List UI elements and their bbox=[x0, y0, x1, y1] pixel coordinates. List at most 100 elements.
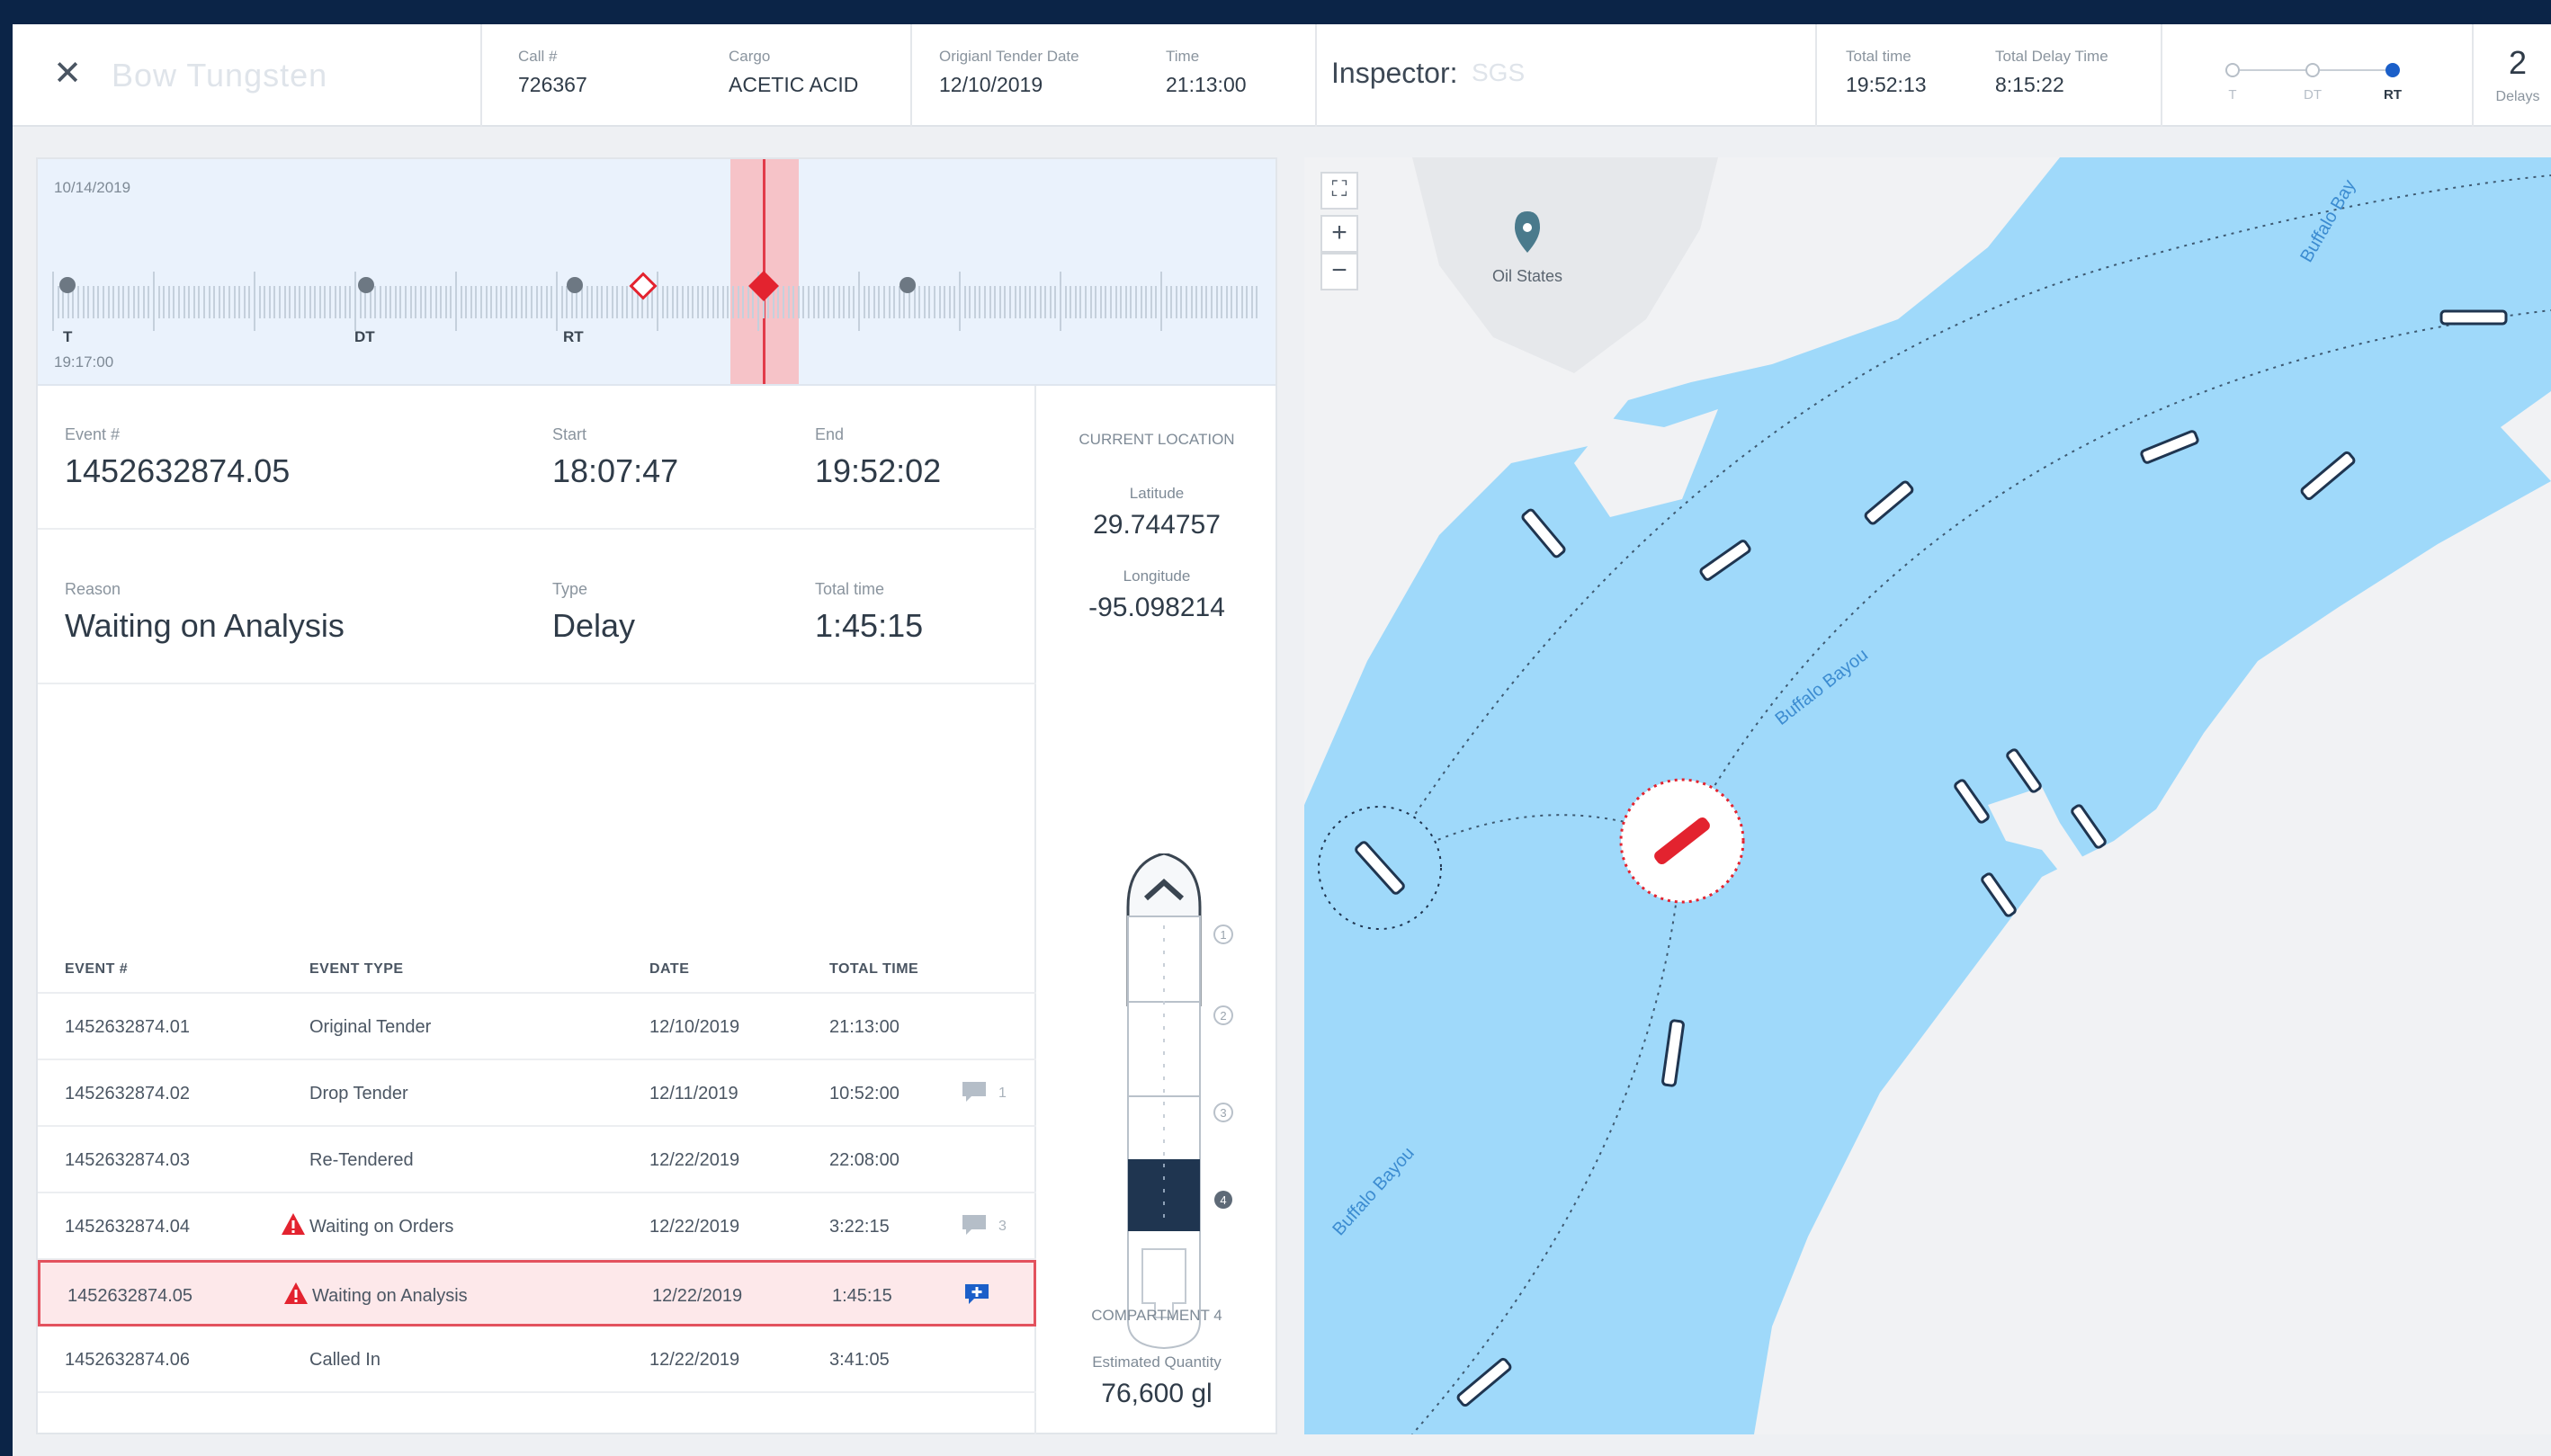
comment-icon[interactable] bbox=[961, 1213, 988, 1237]
timeline-tick bbox=[1064, 286, 1067, 318]
timeline-tick bbox=[122, 286, 125, 318]
timeline-tick bbox=[535, 286, 538, 318]
timeline-tick bbox=[953, 286, 956, 318]
event-type-cell: Drop Tender bbox=[309, 1084, 408, 1103]
timeline-tick bbox=[959, 272, 961, 331]
timeline-tick bbox=[878, 286, 881, 318]
timeline-tick bbox=[500, 286, 503, 318]
table-row[interactable]: 1452632874.02 Drop Tender 12/11/2019 10:52:… bbox=[38, 1060, 1036, 1127]
timeline-tick bbox=[802, 286, 805, 318]
timeline-tick bbox=[686, 286, 689, 318]
timeline-tick bbox=[888, 286, 891, 318]
timeline-tick bbox=[556, 272, 558, 331]
timeline-tick bbox=[289, 286, 291, 318]
timeline-tick bbox=[92, 286, 94, 318]
zoom-out-button[interactable]: − bbox=[1320, 253, 1358, 290]
timeline-tick bbox=[853, 286, 855, 318]
timeline-tick bbox=[1215, 286, 1218, 318]
timeline-start-time: 19:17:00 bbox=[54, 353, 114, 371]
timeline-tick bbox=[934, 286, 935, 318]
zoom-in-button[interactable]: + bbox=[1320, 215, 1358, 253]
col-header-total[interactable]: TOTAL TIME bbox=[829, 961, 918, 978]
compartment-3-number: 3 bbox=[1220, 1106, 1226, 1120]
map-view[interactable]: Oil States Buffalo Bayou Buffalo Bayou B… bbox=[1304, 157, 2551, 1434]
timeline-tick bbox=[1165, 286, 1168, 318]
timeline-tick bbox=[490, 286, 493, 318]
time-value: 21:13:00 bbox=[1166, 73, 1247, 96]
map-canvas[interactable]: Oil States Buffalo Bayou Buffalo Bayou B… bbox=[1304, 157, 2551, 1434]
timeline-tick bbox=[254, 272, 255, 331]
tender-date-value: 12/10/2019 bbox=[939, 73, 1043, 96]
timeline-tick bbox=[973, 286, 976, 318]
timeline-tick bbox=[1160, 272, 1162, 331]
table-row[interactable]: 1452632874.04 Waiting on Orders 12/22/2019… bbox=[38, 1193, 1036, 1260]
timeline-tick bbox=[334, 286, 336, 318]
event-total-label: Total time bbox=[815, 580, 885, 598]
table-row[interactable]: 1452632874.01 Original Tender 12/10/2019 21… bbox=[38, 994, 1036, 1060]
timeline-tick bbox=[812, 286, 815, 318]
col-header-type[interactable]: EVENT TYPE bbox=[309, 961, 404, 978]
col-header-event[interactable]: EVENT # bbox=[65, 961, 128, 978]
delays-count[interactable]: 2 bbox=[2482, 44, 2551, 82]
event-total-cell: 10:52:00 bbox=[829, 1084, 900, 1103]
timeline[interactable]: 10/14/2019 19:17:00 T DT RT bbox=[38, 159, 1276, 386]
timeline-marker-event[interactable] bbox=[900, 277, 916, 293]
timeline-tick bbox=[309, 286, 311, 318]
comment-icon[interactable] bbox=[961, 1080, 988, 1103]
timeline-tick bbox=[923, 286, 926, 318]
vessel-compartment-diagram[interactable]: 1 2 3 4 bbox=[1110, 853, 1236, 1357]
timeline-tick bbox=[318, 286, 321, 318]
timeline-tick bbox=[858, 272, 860, 331]
timeline-label-t: T bbox=[63, 328, 73, 345]
timeline-tick bbox=[541, 286, 543, 318]
timeline-tick bbox=[591, 286, 594, 318]
event-type-cell: Called In bbox=[309, 1350, 380, 1370]
timeline-tick bbox=[258, 286, 261, 318]
timeline-tick bbox=[1175, 286, 1177, 318]
type-label: Type bbox=[552, 580, 588, 598]
timeline-tick bbox=[405, 286, 407, 318]
timeline-marker-rt[interactable] bbox=[567, 277, 583, 293]
timeline-tick bbox=[1186, 286, 1187, 318]
event-total-value: 1:45:15 bbox=[815, 607, 924, 644]
event-id-cell: 1452632874.04 bbox=[65, 1217, 191, 1237]
timeline-tick bbox=[721, 286, 724, 318]
col-header-date[interactable]: DATE bbox=[649, 961, 689, 978]
fullscreen-icon[interactable]: ⛶ bbox=[1320, 172, 1358, 210]
reason-value: Waiting on Analysis bbox=[65, 607, 345, 644]
event-date-cell: 12/22/2019 bbox=[649, 1150, 740, 1170]
timeline-tick bbox=[1190, 286, 1193, 318]
timeline-tick bbox=[112, 286, 115, 318]
vessel-marker[interactable] bbox=[2439, 309, 2508, 326]
timeline-tick bbox=[938, 286, 941, 318]
timeline-tick bbox=[984, 286, 986, 318]
quantity-value: 76,600 gl bbox=[1101, 1379, 1213, 1408]
timeline-tick bbox=[148, 286, 150, 318]
poi-label: Oil States bbox=[1492, 267, 1562, 285]
timeline-tick bbox=[299, 286, 301, 318]
add-comment-icon[interactable] bbox=[963, 1282, 990, 1306]
timeline-marker-t[interactable] bbox=[59, 277, 76, 293]
table-row[interactable]: 1452632874.03 Re-Tendered 12/22/2019 22:08:… bbox=[38, 1127, 1036, 1193]
stepper-dot-dt[interactable] bbox=[2305, 63, 2320, 77]
timeline-tick bbox=[495, 286, 497, 318]
delays-label: Delays bbox=[2495, 89, 2540, 104]
header-bar: ✕ Bow Tungsten Call # 726367 Cargo ACETI… bbox=[13, 24, 2551, 127]
compartment-4-fill[interactable] bbox=[1128, 1159, 1200, 1231]
timeline-tick bbox=[828, 286, 830, 318]
timeline-marker-dt[interactable] bbox=[358, 277, 374, 293]
table-row[interactable]: 1452632874.06 Called In 12/22/2019 3:41:05 bbox=[38, 1326, 1036, 1393]
timeline-tick bbox=[304, 286, 306, 318]
timeline-tick bbox=[994, 286, 997, 318]
table-row[interactable]: 1452632874.05 Waiting on Analysis 12/22/20… bbox=[38, 1260, 1036, 1326]
type-value: Delay bbox=[552, 607, 636, 644]
timeline-tick bbox=[1231, 286, 1233, 318]
timeline-label-rt: RT bbox=[563, 328, 584, 345]
end-value: 19:52:02 bbox=[815, 452, 942, 489]
stepper-label-t: T bbox=[2228, 87, 2237, 103]
timeline-tick bbox=[183, 286, 185, 318]
timeline-tick bbox=[57, 286, 59, 318]
close-icon[interactable]: ✕ bbox=[45, 51, 90, 96]
stepper-dot-rt[interactable] bbox=[2385, 63, 2400, 77]
stepper-dot-t[interactable] bbox=[2225, 63, 2240, 77]
